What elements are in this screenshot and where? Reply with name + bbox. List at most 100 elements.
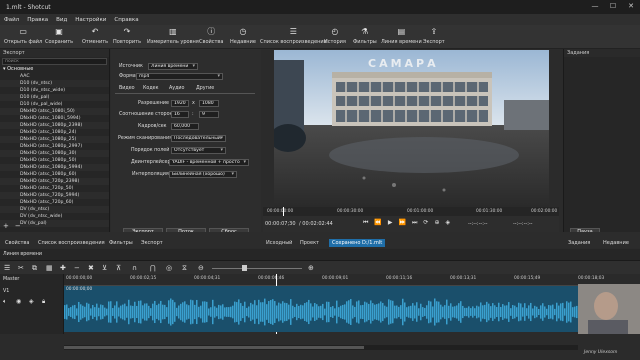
mute-icon[interactable]: 🔈︎ [3, 298, 7, 306]
preset-item[interactable]: DNxHD (atsc_720p_2398) [0, 178, 109, 185]
magnet-icon[interactable]: ⋂ [150, 264, 156, 272]
timeline-clip[interactable]: 00:00:00;00 [64, 286, 578, 332]
tab-playlist[interactable]: Список воспроизведения [38, 240, 105, 246]
interpolation-select[interactable]: Билинейная (хорошо) [169, 171, 237, 178]
zoom-in-icon[interactable]: ⊕ [308, 264, 314, 272]
deinterlacer-select[interactable]: YADIF - временной + просто [169, 159, 249, 166]
remove-preset-icon[interactable]: − [15, 222, 21, 230]
preset-item[interactable]: DNxHD (atsc_720p_50) [0, 185, 109, 192]
preset-item[interactable]: DV (dv_ntsc_wide) [0, 213, 109, 220]
preset-item[interactable]: DNxHD (atsc_1080p_2997) [0, 143, 109, 150]
tab-project[interactable]: Проект [300, 240, 319, 246]
ripple-icon[interactable]: ⧖ [182, 264, 187, 273]
tab-filters[interactable]: Фильтры [109, 240, 133, 246]
menu-file[interactable]: Файл [4, 17, 19, 23]
aspect-width-field[interactable]: 16 [171, 111, 189, 118]
timeline-button[interactable]: ▤ Линия времени [381, 27, 422, 45]
menu-settings[interactable]: Настройки [75, 17, 106, 23]
field-order-select[interactable]: Отсутствует [171, 147, 226, 154]
fast-forward-icon[interactable]: ⏩ [399, 219, 406, 227]
menu-edit[interactable]: Правка [27, 17, 48, 23]
remove-icon[interactable]: − [74, 264, 80, 272]
preset-group[interactable]: ▾ Основные [0, 66, 109, 73]
loop-icon[interactable]: ⟳ [423, 219, 428, 227]
zoom-slider-handle[interactable] [242, 265, 247, 271]
zoom-out-icon[interactable]: ⊖ [198, 264, 204, 272]
scrub-icon[interactable]: ◎ [166, 264, 172, 272]
preset-item[interactable]: D10 (dv_pal) [0, 94, 109, 101]
scan-mode-select[interactable]: Последовательный [171, 135, 226, 142]
video-viewer[interactable]: САМАРА [274, 50, 549, 207]
viewer-ruler[interactable]: 00:00:00:00 00:00:30:00 00:01:00:00 00:0… [263, 207, 559, 216]
filters-button[interactable]: ⚗ Фильтры [353, 27, 377, 45]
fps-field[interactable]: 60,000 [171, 123, 199, 130]
resolution-width-field[interactable]: 1920 [171, 100, 189, 107]
tab-video[interactable]: Видео [119, 86, 135, 91]
close-icon[interactable]: ✕ [624, 1, 638, 11]
preset-item[interactable]: DNxHD (atsc_720p_5994) [0, 192, 109, 199]
tab-source[interactable]: Исходный [266, 240, 292, 246]
preset-item[interactable]: DNxHD (atsc_1080p_30) [0, 150, 109, 157]
playhead[interactable] [283, 207, 284, 216]
preset-item[interactable]: AAC [0, 73, 109, 80]
cut-icon[interactable]: ✂ [18, 264, 24, 272]
redo-button[interactable]: ↷ Повторить [113, 27, 141, 45]
undo-button[interactable]: ↶ Отменить [82, 27, 108, 45]
audio-meter-button[interactable]: ▥ Измеритель уровня [147, 27, 199, 45]
resolution-height-field[interactable]: 1080 [199, 100, 219, 107]
preset-item[interactable]: DV (dv_ntsc) [0, 206, 109, 213]
preset-item[interactable]: D10 (dv_ntsc) [0, 80, 109, 87]
tab-audio[interactable]: Аудио [169, 86, 185, 91]
preset-item[interactable]: D10 (dv_pal_wide) [0, 101, 109, 108]
export-button[interactable]: ⇪ Экспорт [423, 27, 445, 45]
tab-other[interactable]: Другие [196, 86, 214, 91]
skip-start-icon[interactable]: ⏮ [363, 219, 368, 227]
tab-export[interactable]: Экспорт [141, 240, 163, 246]
overwrite-icon[interactable]: ⊻ [102, 264, 107, 272]
lock-icon[interactable]: 🔒︎ [42, 298, 45, 306]
eye-icon[interactable]: ◉ [16, 298, 21, 305]
history-button[interactable]: ◴ История [324, 27, 346, 45]
copy-icon[interactable]: ⧉ [32, 264, 37, 273]
play-icon[interactable]: ▶ [388, 219, 393, 227]
composite-icon[interactable]: ◈ [29, 298, 34, 305]
source-select[interactable]: Линия времени [148, 63, 198, 70]
zoom-icon[interactable]: ⊕ [434, 219, 439, 227]
append-icon[interactable]: ✚ [60, 264, 66, 272]
aspect-height-field[interactable]: 9 [199, 111, 219, 118]
save-button[interactable]: ▣ Сохранить [45, 27, 73, 45]
menu-icon[interactable]: ☰ [4, 264, 10, 272]
recent-button[interactable]: ◷ Недавние [230, 27, 256, 45]
preset-item[interactable]: DNxHD (atsc_1080p_5994) [0, 164, 109, 171]
timeline-ruler[interactable]: 00:00:00;00 00:00:02;15 00:00:04;31 00:0… [64, 274, 640, 334]
tab-properties[interactable]: Свойства [5, 240, 29, 246]
playlist-button[interactable]: ☰ Список воспроизведения [260, 27, 327, 45]
tab-recent[interactable]: Недавние [603, 240, 629, 246]
preset-item[interactable]: DNxHD (atsc_1080p_25) [0, 136, 109, 143]
preset-item[interactable]: DNxHD (atsc_1080p_50) [0, 157, 109, 164]
volume-icon[interactable]: ◈ [445, 219, 450, 227]
menu-help[interactable]: Справка [114, 17, 138, 23]
paste-icon[interactable]: ▦ [46, 264, 53, 272]
tab-codec[interactable]: Кодек [143, 86, 159, 91]
preset-item[interactable]: DNxHD (atsc_1080p_2398) [0, 122, 109, 129]
preset-item[interactable]: DNxHD (atsc_1080i_50) [0, 108, 109, 115]
preset-item[interactable]: DNxHD (atsc_1080p_60) [0, 171, 109, 178]
format-select[interactable]: mp4 [136, 73, 223, 80]
snap-icon[interactable]: ∩ [132, 264, 137, 272]
minimize-icon[interactable]: — [588, 1, 602, 11]
zoom-slider[interactable] [212, 268, 302, 269]
skip-end-icon[interactable]: ⏭ [412, 219, 417, 227]
preset-item[interactable]: DNxHD (atsc_720p_60) [0, 199, 109, 206]
tab-tasks[interactable]: Задания [568, 240, 590, 246]
maximize-icon[interactable]: ☐ [606, 1, 620, 11]
rewind-icon[interactable]: ⏪ [374, 219, 381, 227]
preset-item[interactable]: D10 (dv_ntsc_wide) [0, 87, 109, 94]
add-preset-icon[interactable]: + [3, 222, 9, 230]
timeline-scrollbar[interactable] [64, 345, 578, 350]
preset-item[interactable]: DNxHD (atsc_1080p_24) [0, 129, 109, 136]
properties-button[interactable]: ⓘ Свойства [199, 27, 223, 45]
preset-search-input[interactable]: поиск [2, 58, 107, 65]
open-file-button[interactable]: ▭ Открыть файл [4, 27, 42, 45]
menu-view[interactable]: Вид [56, 17, 67, 23]
